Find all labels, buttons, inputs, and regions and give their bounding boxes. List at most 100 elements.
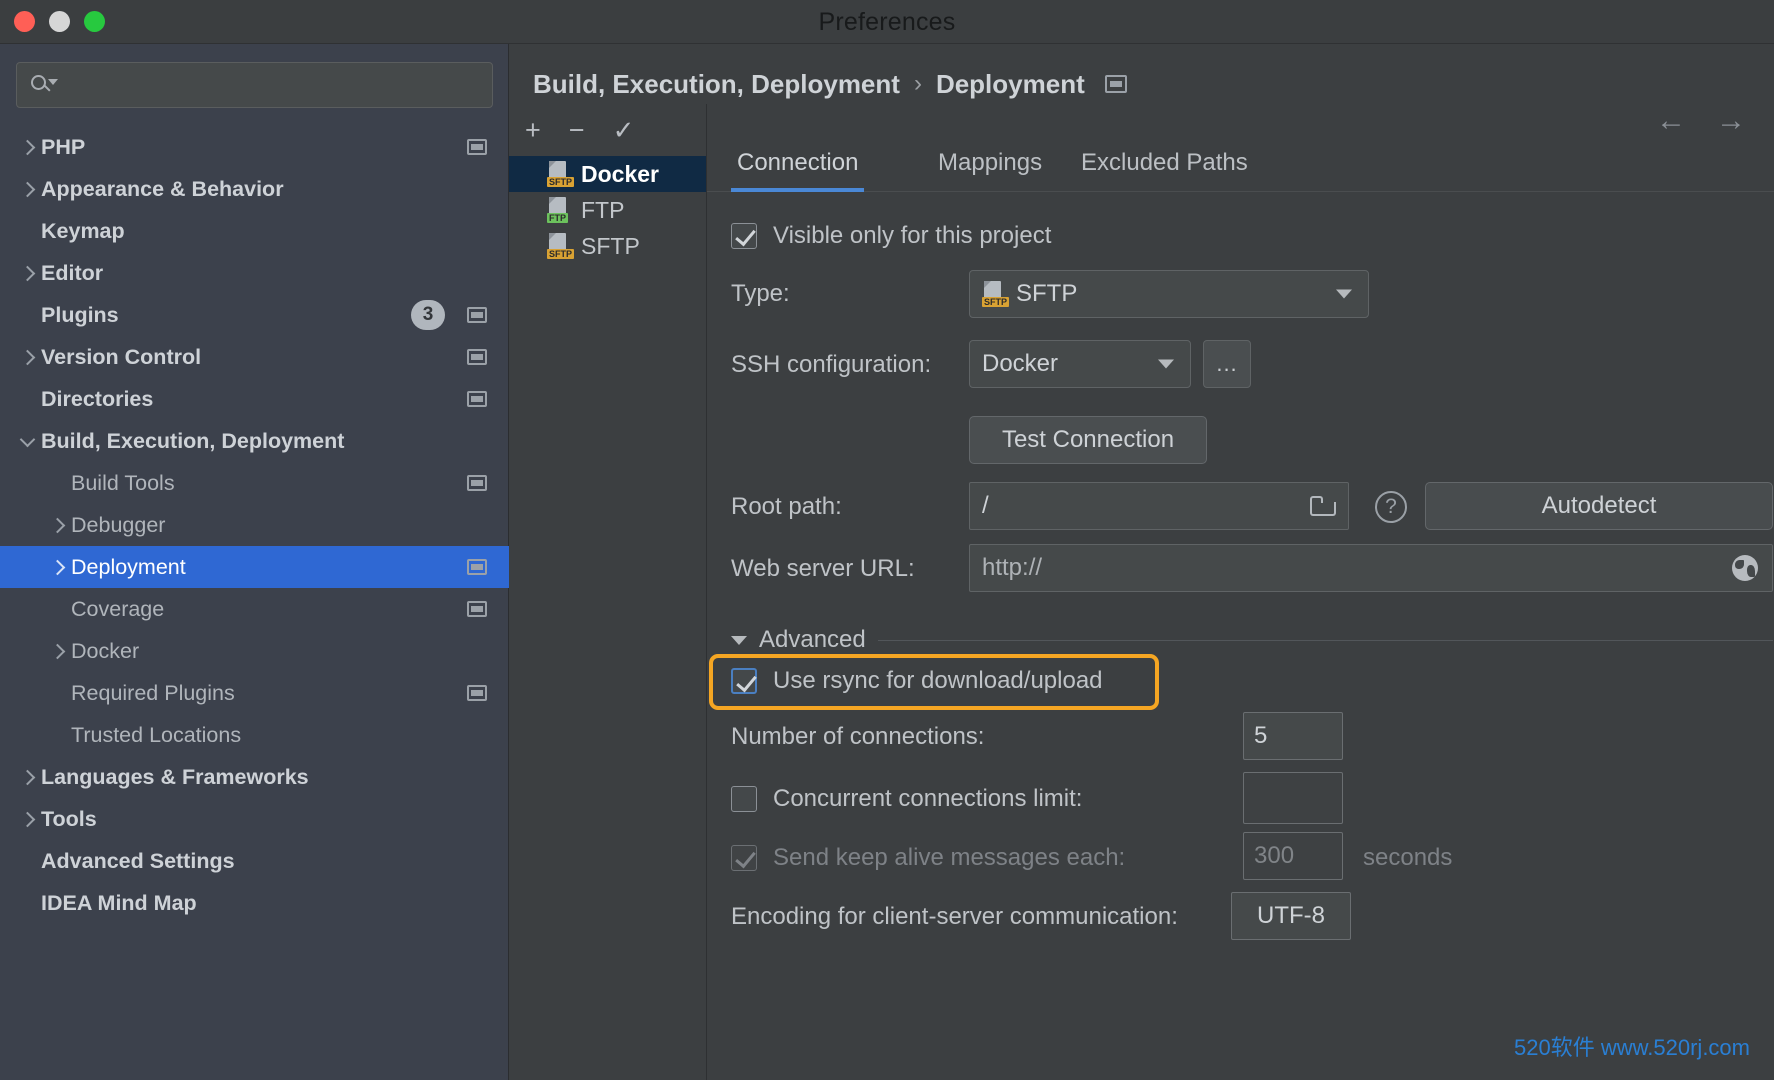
sidebar-item-label: IDEA Mind Map bbox=[41, 891, 197, 916]
sidebar-item-label: Appearance & Behavior bbox=[41, 177, 284, 202]
remove-server-button[interactable]: − bbox=[569, 117, 585, 144]
sidebar-item-coverage[interactable]: Coverage bbox=[0, 588, 509, 630]
encoding-dropdown[interactable]: UTF-8 bbox=[1231, 892, 1351, 940]
chevron-right-icon[interactable] bbox=[20, 139, 36, 155]
tab-connection[interactable]: Connection bbox=[731, 140, 864, 192]
project-scope-icon bbox=[467, 601, 487, 617]
chevron-right-icon[interactable] bbox=[50, 559, 66, 575]
chevron-right-icon[interactable] bbox=[50, 643, 66, 659]
search-field-wrapper bbox=[16, 62, 493, 108]
autodetect-button[interactable]: Autodetect bbox=[1425, 482, 1773, 530]
type-value: SFTP bbox=[1016, 280, 1077, 308]
sidebar-item-idea-mind-map[interactable]: IDEA Mind Map bbox=[0, 882, 509, 924]
set-default-server-button[interactable]: ✓ bbox=[613, 117, 635, 143]
project-scope-icon bbox=[1105, 75, 1127, 93]
type-dropdown[interactable]: SFTP SFTP bbox=[969, 270, 1369, 318]
sidebar-item-directories[interactable]: Directories bbox=[0, 378, 509, 420]
sidebar-item-keymap[interactable]: Keymap bbox=[0, 210, 509, 252]
sidebar-item-label: Debugger bbox=[71, 513, 165, 538]
breadcrumb-parent[interactable]: Build, Execution, Deployment bbox=[533, 69, 900, 100]
server-name: FTP bbox=[581, 197, 624, 224]
server-list-item[interactable]: SFTP Docker bbox=[509, 156, 706, 192]
chevron-right-icon[interactable] bbox=[20, 811, 36, 827]
chevron-down-icon bbox=[1336, 290, 1352, 299]
search-input[interactable] bbox=[16, 62, 493, 108]
chevron-down-icon bbox=[1158, 360, 1174, 369]
root-path-input[interactable]: / bbox=[969, 482, 1349, 530]
sidebar-item-version-control[interactable]: Version Control bbox=[0, 336, 509, 378]
sidebar-item-deployment[interactable]: Deployment bbox=[0, 546, 509, 588]
server-list-toolbar: + − ✓ bbox=[509, 104, 706, 156]
folder-icon[interactable] bbox=[1310, 496, 1336, 516]
sidebar-item-editor[interactable]: Editor bbox=[0, 252, 509, 294]
concurrent-connections-input[interactable] bbox=[1243, 772, 1343, 824]
search-icon bbox=[31, 74, 57, 96]
sidebar-item-docker[interactable]: Docker bbox=[0, 630, 509, 672]
server-list-item[interactable]: SFTPSFTP bbox=[509, 228, 706, 264]
chevron-right-icon[interactable] bbox=[20, 349, 36, 365]
server-list-item[interactable]: FTPFTP bbox=[509, 192, 706, 228]
tab-excluded-paths[interactable]: Excluded Paths bbox=[1075, 140, 1254, 192]
chevron-right-icon[interactable] bbox=[20, 265, 36, 281]
web-server-url-value: http:// bbox=[982, 554, 1042, 582]
sidebar-item-label: Directories bbox=[41, 387, 153, 412]
chevron-right-icon[interactable] bbox=[50, 517, 66, 533]
number-of-connections-input[interactable]: 5 bbox=[1243, 712, 1343, 760]
advanced-section-header[interactable]: Advanced bbox=[731, 626, 1773, 654]
tab-mappings[interactable]: Mappings bbox=[932, 140, 1048, 192]
globe-icon[interactable] bbox=[1732, 555, 1758, 581]
sidebar-item-tools[interactable]: Tools bbox=[0, 798, 509, 840]
connection-tabs: Connection Mappings Excluded Paths bbox=[707, 140, 1774, 192]
server-list-column: + − ✓ SFTP Docker FTPFTPSFTPSFTP bbox=[509, 104, 707, 1080]
use-rsync-checkbox[interactable] bbox=[731, 668, 757, 694]
ssh-configuration-value: Docker bbox=[982, 350, 1058, 378]
sidebar-item-php[interactable]: PHP bbox=[0, 126, 509, 168]
concurrent-connections-label: Concurrent connections limit: bbox=[773, 785, 1082, 813]
sftp-file-icon: SFTP bbox=[547, 161, 571, 187]
keep-alive-label: Send keep alive messages each: bbox=[773, 844, 1125, 872]
server-name: Docker bbox=[581, 161, 659, 188]
navigation-arrows: ← → bbox=[1656, 106, 1746, 136]
sidebar-item-label: Languages & Frameworks bbox=[41, 765, 309, 790]
add-server-button[interactable]: + bbox=[525, 117, 541, 144]
visible-only-label: Visible only for this project bbox=[773, 222, 1051, 250]
keep-alive-value: 300 bbox=[1254, 842, 1294, 870]
sidebar-item-trusted-locations[interactable]: Trusted Locations bbox=[0, 714, 509, 756]
sidebar-item-build-execution-deployment[interactable]: Build, Execution, Deployment bbox=[0, 420, 509, 462]
concurrent-connections-row[interactable]: Concurrent connections limit: bbox=[731, 785, 1082, 813]
encoding-value: UTF-8 bbox=[1257, 902, 1325, 930]
use-rsync-label: Use rsync for download/upload bbox=[773, 667, 1103, 695]
test-connection-button[interactable]: Test Connection bbox=[969, 416, 1207, 464]
ssh-browse-button[interactable]: ... bbox=[1203, 340, 1251, 388]
use-rsync-row[interactable]: Use rsync for download/upload bbox=[731, 667, 1103, 695]
web-server-url-input[interactable]: http:// bbox=[969, 544, 1773, 592]
sidebar-item-languages-frameworks[interactable]: Languages & Frameworks bbox=[0, 756, 509, 798]
sidebar-item-plugins[interactable]: Plugins3 bbox=[0, 294, 509, 336]
visible-only-checkbox[interactable] bbox=[731, 223, 757, 249]
project-scope-icon bbox=[467, 391, 487, 407]
ssh-configuration-dropdown[interactable]: Docker bbox=[969, 340, 1191, 388]
chevron-right-icon[interactable] bbox=[20, 769, 36, 785]
sidebar-item-build-tools[interactable]: Build Tools bbox=[0, 462, 509, 504]
sidebar-item-advanced-settings[interactable]: Advanced Settings bbox=[0, 840, 509, 882]
concurrent-connections-checkbox[interactable] bbox=[731, 786, 757, 812]
sidebar-item-label: Editor bbox=[41, 261, 103, 286]
forward-arrow-icon[interactable]: → bbox=[1716, 106, 1746, 136]
sidebar-item-label: Build Tools bbox=[71, 471, 175, 496]
sidebar-item-debugger[interactable]: Debugger bbox=[0, 504, 509, 546]
sidebar-item-label: Keymap bbox=[41, 219, 125, 244]
sidebar-item-required-plugins[interactable]: Required Plugins bbox=[0, 672, 509, 714]
help-icon[interactable]: ? bbox=[1375, 491, 1407, 523]
visible-only-row[interactable]: Visible only for this project bbox=[731, 222, 1051, 250]
chevron-down-icon[interactable] bbox=[20, 431, 36, 447]
sidebar-item-label: Coverage bbox=[71, 597, 164, 622]
project-scope-icon bbox=[467, 685, 487, 701]
back-arrow-icon[interactable]: ← bbox=[1656, 106, 1686, 136]
sidebar-item-label: PHP bbox=[41, 135, 85, 160]
sftp-file-icon: SFTP bbox=[547, 233, 571, 259]
sidebar-item-appearance-behavior[interactable]: Appearance & Behavior bbox=[0, 168, 509, 210]
number-of-connections-label: Number of connections: bbox=[731, 723, 984, 751]
sidebar-item-label: Deployment bbox=[71, 555, 186, 580]
chevron-right-icon[interactable] bbox=[20, 181, 36, 197]
keep-alive-checkbox bbox=[731, 845, 757, 871]
